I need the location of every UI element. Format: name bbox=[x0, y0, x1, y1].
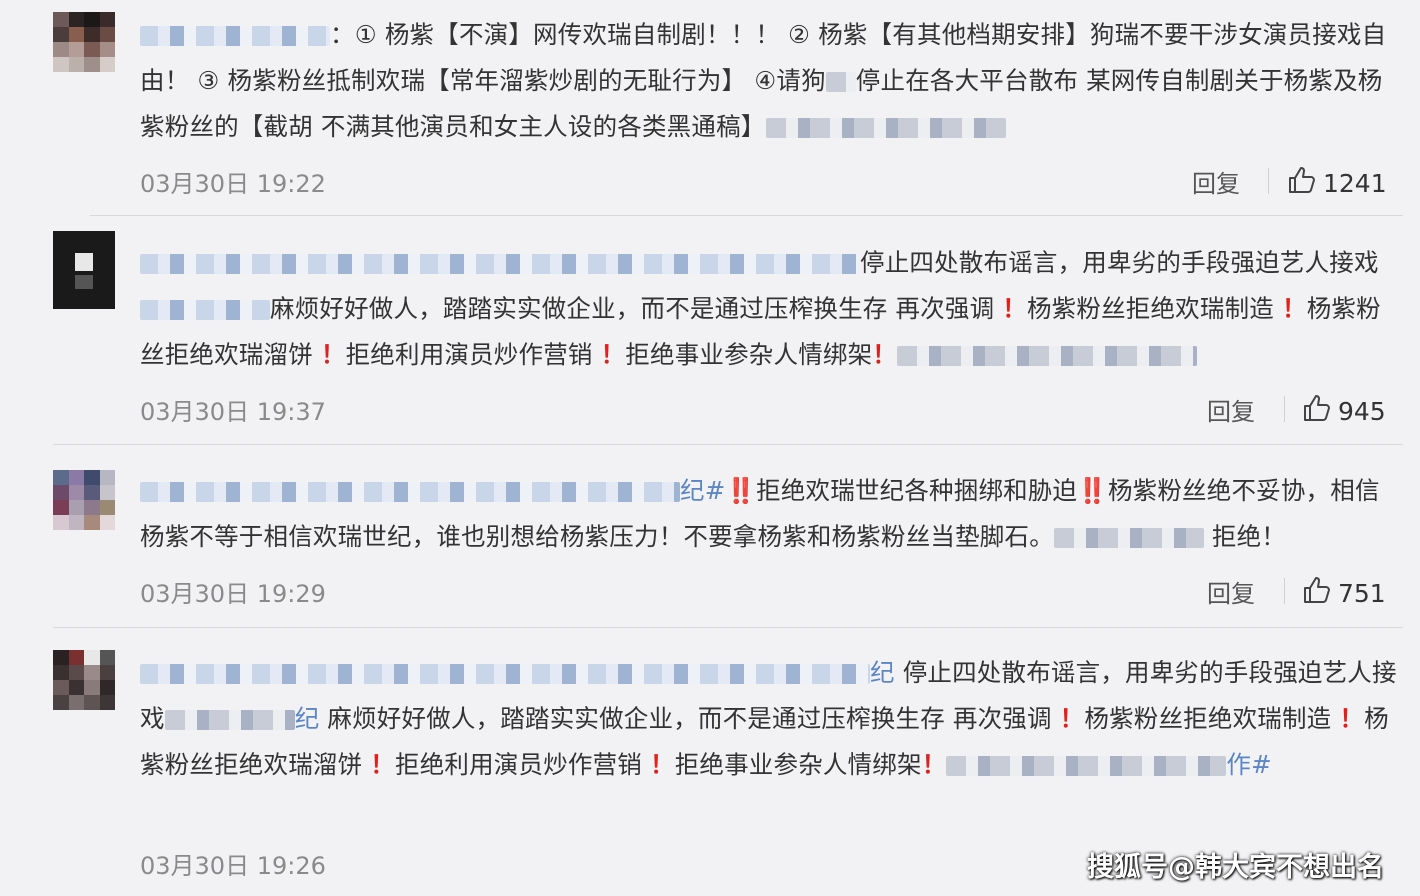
comment-text-run: 拒绝！ bbox=[1203, 522, 1286, 551]
comment-text: 纪#‼️拒绝欢瑞世纪各种捆绑和胁迫‼️杨紫粉丝绝不妥协，相信杨紫不等于相信欢瑞世… bbox=[140, 468, 1402, 560]
comment-timestamp: 03月30日 19:22 bbox=[140, 170, 326, 198]
like-count: 945 bbox=[1338, 396, 1386, 426]
reply-button[interactable]: 回复 bbox=[1192, 164, 1240, 199]
exclamation-mark: ！ bbox=[1059, 704, 1085, 733]
like-count: 751 bbox=[1338, 578, 1386, 608]
comment-text-run: 拒绝事业参杂人情绑架 bbox=[674, 750, 922, 779]
exclamation-mark: ！ bbox=[370, 750, 395, 779]
comment-text-run: 杨紫粉丝拒绝欢瑞制造 bbox=[1026, 294, 1282, 323]
hashtag-link[interactable]: 作# bbox=[1226, 750, 1271, 779]
exclamation-mark: ！ bbox=[650, 750, 675, 779]
reply-button[interactable]: 回复 bbox=[1207, 574, 1255, 609]
blurred-username[interactable] bbox=[140, 254, 860, 274]
separator bbox=[1284, 578, 1285, 604]
blurred-username[interactable] bbox=[140, 664, 870, 684]
thumbs-up-icon bbox=[1302, 575, 1338, 611]
divider bbox=[90, 215, 1403, 216]
blurred-username[interactable] bbox=[825, 72, 856, 92]
comment-text-run: 拒绝利用演员炒作营销 bbox=[395, 750, 650, 779]
exclamation-mark: ！ bbox=[921, 750, 947, 779]
thumbs-up-icon bbox=[1287, 165, 1323, 201]
hashtag-link[interactable]: 纪 bbox=[295, 704, 320, 733]
hashtag-link[interactable]: 纪# bbox=[680, 476, 725, 505]
exclamation-mark: ！ bbox=[1281, 294, 1307, 323]
blurred-username[interactable] bbox=[140, 300, 270, 320]
exclamation-mark: ！ bbox=[600, 340, 626, 369]
comment-text-run: 麻烦好好做人，踏踏实实做企业，而不是通过压榨换生存 再次强调 bbox=[319, 704, 1060, 733]
avatar[interactable] bbox=[53, 470, 115, 530]
separator bbox=[1284, 396, 1285, 422]
avatar[interactable] bbox=[53, 12, 115, 72]
separator bbox=[1268, 168, 1269, 194]
divider bbox=[53, 627, 1403, 628]
comment-text-run: 拒绝事业参杂人情绑架 bbox=[625, 340, 873, 369]
comment-text-run: 麻烦好好做人，踏踏实实做企业，而不是通过压榨换生存 再次强调 bbox=[270, 294, 1003, 323]
comment-text-run: ： bbox=[330, 20, 355, 49]
comment-text: 停止四处散布谣言，用卑劣的手段强迫艺人接戏麻烦好好做人，踏踏实实做企业，而不是通… bbox=[140, 240, 1402, 378]
exclamation-mark: ！ bbox=[1339, 704, 1365, 733]
blurred-username[interactable] bbox=[897, 346, 1197, 366]
comment-timestamp: 03月30日 19:37 bbox=[140, 398, 326, 426]
comment-text: ：① 杨紫【不演】网传欢瑞自制剧！！！ ② 杨紫【有其他档期安排】狗瑞不要干涉女… bbox=[140, 12, 1402, 150]
blurred-username[interactable] bbox=[140, 482, 680, 502]
watermark: 搜狐号@韩大宾不想出名 bbox=[1087, 852, 1384, 883]
comment-text-run: 拒绝利用演员炒作营销 bbox=[345, 340, 601, 369]
comment-text-run: 停止四处散布谣言，用卑劣的手段强迫艺人接戏 bbox=[860, 248, 1379, 277]
like-button[interactable]: 945 bbox=[1302, 393, 1386, 429]
reply-button[interactable]: 回复 bbox=[1207, 392, 1255, 427]
exclamation-mark: ！ bbox=[872, 340, 897, 369]
like-count: 1241 bbox=[1323, 168, 1387, 198]
blurred-username[interactable] bbox=[140, 26, 330, 46]
like-button[interactable]: 1241 bbox=[1287, 165, 1387, 201]
blurred-username[interactable] bbox=[946, 756, 1227, 776]
exclamation-mark: ！ bbox=[1002, 294, 1027, 323]
comment-text: 纪 停止四处散布谣言，用卑劣的手段强迫艺人接戏纪 麻烦好好做人，踏踏实实做企业，… bbox=[140, 650, 1402, 788]
comment-timestamp: 03月30日 19:29 bbox=[140, 580, 326, 608]
thumbs-up-icon bbox=[1302, 393, 1338, 429]
blurred-username[interactable] bbox=[1053, 528, 1204, 548]
divider bbox=[53, 444, 1403, 445]
avatar[interactable] bbox=[53, 650, 115, 710]
blurred-username[interactable] bbox=[765, 118, 1006, 138]
comment-text-run: 杨紫粉丝拒绝欢瑞制造 bbox=[1084, 704, 1340, 733]
comment-timestamp: 03月30日 19:26 bbox=[140, 852, 326, 880]
like-button[interactable]: 751 bbox=[1302, 575, 1386, 611]
blurred-username[interactable] bbox=[164, 710, 295, 730]
avatar[interactable] bbox=[53, 231, 115, 309]
exclamation-mark: ！ bbox=[320, 340, 346, 369]
hashtag-link[interactable]: 纪 bbox=[870, 658, 895, 687]
